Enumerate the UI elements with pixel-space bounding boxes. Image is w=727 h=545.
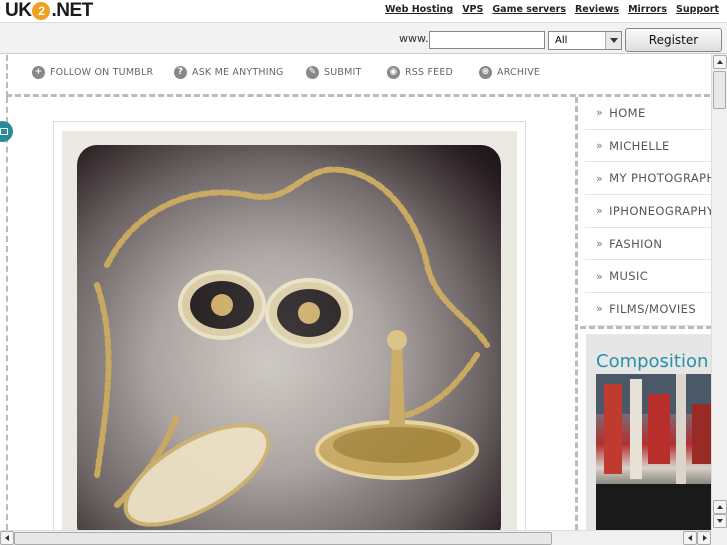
link-web-hosting[interactable]: Web Hosting: [385, 4, 453, 15]
sidebar-item-label: IPHONEOGRAPHY: [609, 203, 712, 218]
composition-photo-graphic: [596, 374, 712, 530]
logo-text-left: UK: [5, 0, 32, 21]
double-chevron-right-icon: »: [596, 139, 604, 153]
nav-label: ASK ME ANYTHING: [192, 67, 284, 78]
link-vps[interactable]: VPS: [462, 4, 483, 15]
sidebar-item-my-photography[interactable]: » MY PHOTOGRAPHY: [585, 162, 712, 196]
double-chevron-right-icon: »: [596, 204, 604, 218]
sidebar-item-iphoneography[interactable]: » IPHONEOGRAPHY: [585, 195, 712, 228]
domain-input[interactable]: [429, 31, 545, 49]
tld-selected-value: All: [555, 35, 568, 46]
blog-nav: + FOLLOW ON TUMBLR ? ASK ME ANYTHING ✎ S…: [6, 55, 710, 97]
left-dashed-border: [6, 97, 8, 530]
nav-archive[interactable]: ⊛ ARCHIVE: [479, 66, 540, 79]
domain-search-bar: www. All Register Domain: [0, 22, 727, 69]
right-dashed-divider: [575, 97, 578, 530]
sidebar-item-films-movies[interactable]: » FILMS/MOVIES: [585, 293, 712, 326]
post-photo[interactable]: [77, 145, 501, 531]
tld-select[interactable]: All: [548, 31, 622, 50]
nav-label: RSS FEED: [405, 67, 454, 78]
sidebar-item-fashion[interactable]: » FASHION: [585, 228, 712, 261]
horizontal-scrollbar[interactable]: [0, 530, 711, 545]
hosting-links: Web Hosting VPS Game servers Reviews Mir…: [385, 4, 719, 15]
rss-icon: ◉: [387, 66, 400, 79]
composition-widget: Composition: [586, 334, 712, 530]
sidebar-item-home[interactable]: » HOME: [585, 97, 712, 130]
link-game-servers[interactable]: Game servers: [492, 4, 566, 15]
plus-icon: +: [32, 66, 45, 79]
sidebar-item-music[interactable]: » MUSIC: [585, 260, 712, 294]
link-reviews[interactable]: Reviews: [575, 4, 619, 15]
scrollbar-corner: [711, 530, 727, 545]
sidebar-menu: » HOME » MICHELLE » MY PHOTOGRAPHY » IPHONEO…: [585, 97, 712, 326]
double-chevron-right-icon: »: [596, 171, 604, 185]
chevron-down-icon[interactable]: [605, 32, 621, 49]
nav-label: ARCHIVE: [497, 67, 541, 78]
archive-icon: ⊛: [479, 66, 492, 79]
nav-label: FOLLOW ON TUMBLR: [50, 67, 154, 78]
register-domain-button[interactable]: Register Domain: [625, 28, 722, 69]
double-chevron-right-icon: »: [596, 106, 604, 120]
nav-follow-tumblr[interactable]: + FOLLOW ON TUMBLR: [32, 66, 153, 79]
www-label: www.: [399, 32, 429, 45]
hosting-top-bar: UK 2 .NET Web Hosting VPS Game servers R…: [0, 0, 727, 22]
logo-mark: 2: [32, 2, 51, 20]
double-chevron-right-icon: »: [596, 237, 604, 251]
nav-ask-me-anything[interactable]: ? ASK ME ANYTHING: [174, 66, 284, 79]
horizontal-scroll-thumb[interactable]: [14, 532, 552, 545]
scroll-up-button-lower[interactable]: [713, 500, 727, 514]
sidebar-item-label: FASHION: [609, 236, 663, 251]
photo-vignette: [77, 145, 501, 531]
sidebar-item-label: HOME: [609, 105, 646, 120]
scroll-right-button[interactable]: [697, 531, 711, 545]
sidebar-item-michelle[interactable]: » MICHELLE: [585, 130, 712, 163]
sidebar-item-label: MY PHOTOGRAPHY: [609, 171, 712, 186]
pencil-icon: ✎: [306, 66, 319, 79]
vertical-scroll-thumb[interactable]: [713, 71, 726, 109]
scroll-left-button[interactable]: [0, 531, 14, 545]
uk2-logo[interactable]: UK 2 .NET: [5, 0, 93, 22]
sidebar-item-label: FILMS/MOVIES: [609, 301, 697, 316]
nav-rss-feed[interactable]: ◉ RSS FEED: [387, 66, 453, 79]
double-chevron-right-icon: »: [596, 269, 604, 283]
scroll-left-button-right[interactable]: [683, 531, 697, 545]
menu-dashed-divider: [580, 326, 712, 329]
scroll-up-button[interactable]: [713, 55, 727, 69]
scroll-down-button[interactable]: [713, 514, 727, 528]
question-icon: ?: [174, 66, 187, 79]
sidebar-item-label: MUSIC: [609, 269, 649, 284]
composition-photo[interactable]: [596, 374, 712, 530]
double-chevron-right-icon: »: [596, 302, 604, 316]
logo-text-right: .NET: [51, 0, 93, 21]
nav-submit[interactable]: ✎ SUBMIT: [306, 66, 362, 79]
link-mirrors[interactable]: Mirrors: [628, 4, 667, 15]
sidebar-item-label: MICHELLE: [609, 138, 670, 153]
browser-viewport: UK 2 .NET Web Hosting VPS Game servers R…: [0, 0, 727, 545]
camera-icon[interactable]: [0, 121, 13, 142]
widget-title[interactable]: Composition: [596, 351, 708, 372]
nav-label: SUBMIT: [324, 67, 362, 78]
post-photo-container: [62, 131, 517, 531]
link-support[interactable]: Support: [676, 4, 719, 15]
vertical-scrollbar[interactable]: [711, 54, 727, 530]
